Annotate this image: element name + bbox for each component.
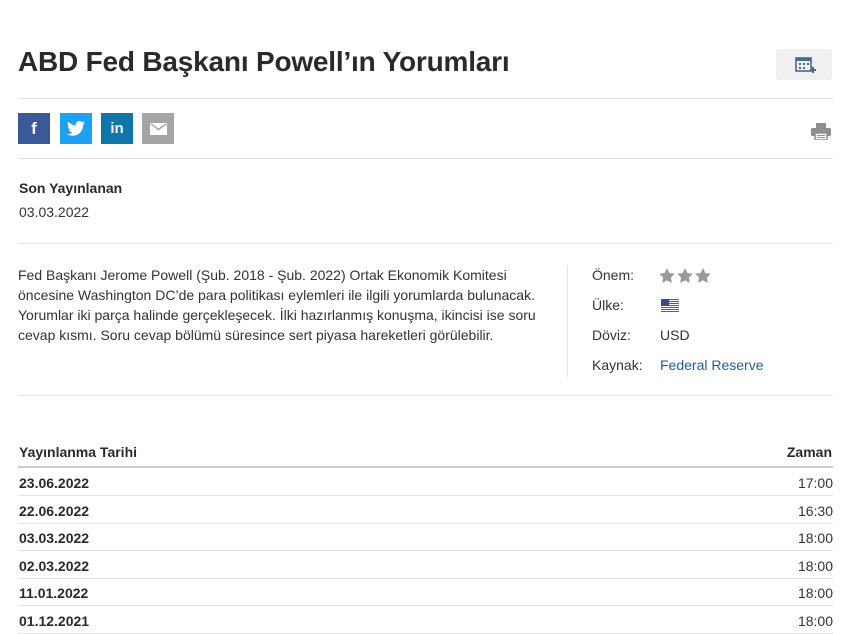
print-icon: [811, 123, 831, 141]
star-icon: [695, 268, 711, 283]
table-row: 02.03.2022 18:00: [18, 551, 833, 579]
table-row: 23.06.2022 17:00: [18, 468, 833, 496]
print-button[interactable]: [811, 123, 831, 145]
star-icon: [659, 268, 675, 283]
country-label: Ülke:: [592, 297, 624, 313]
latest-release-label: Son Yayınlanan: [19, 180, 123, 196]
importance-rating: [659, 268, 711, 283]
table-row: 22.06.2022 16:30: [18, 496, 833, 524]
star-icon: [677, 268, 693, 283]
release-time: 18:00: [797, 530, 833, 546]
email-icon: [149, 122, 167, 135]
source-label: Kaynak:: [592, 357, 643, 373]
twitter-share-button[interactable]: [60, 113, 92, 144]
release-time: 17:00: [797, 475, 833, 491]
column-header-date: Yayınlanma Tarihi: [19, 444, 138, 460]
divider: [18, 158, 833, 159]
facebook-share-button[interactable]: f: [18, 113, 50, 144]
release-date: 23.06.2022: [19, 475, 90, 491]
table-row: 01.12.2021 18:00: [18, 606, 833, 634]
email-share-button[interactable]: [142, 113, 174, 144]
currency-value: USD: [660, 327, 690, 343]
twitter-icon: [67, 121, 85, 136]
add-to-calendar-button[interactable]: [776, 49, 832, 80]
facebook-icon: f: [31, 118, 37, 138]
table-row: 11.01.2022 18:00: [18, 578, 833, 606]
source-link[interactable]: Federal Reserve: [660, 357, 764, 373]
release-date: 03.03.2022: [19, 530, 90, 546]
release-date: 22.06.2022: [19, 503, 90, 519]
release-date: 01.12.2021: [19, 613, 90, 629]
calendar-add-icon: [795, 57, 816, 73]
latest-release-date: 03.03.2022: [19, 204, 90, 220]
release-date: 11.01.2022: [19, 585, 89, 601]
linkedin-icon: in: [110, 120, 124, 137]
importance-label: Önem:: [592, 267, 635, 283]
divider: [18, 243, 833, 244]
release-time: 18:00: [797, 585, 833, 601]
divider: [18, 98, 833, 99]
release-time: 16:30: [797, 503, 833, 519]
table-row: 03.03.2022 18:00: [18, 523, 833, 551]
divider: [18, 395, 833, 396]
release-date: 02.03.2022: [19, 558, 90, 574]
release-time: 18:00: [797, 613, 833, 629]
release-time: 18:00: [797, 558, 833, 574]
column-header-time: Zaman: [786, 444, 832, 460]
event-description: Fed Başkanı Jerome Powell (Şub. 2018 - Ş…: [18, 267, 536, 343]
linkedin-share-button[interactable]: in: [101, 113, 133, 144]
vertical-divider: [567, 265, 568, 377]
us-flag-icon: [661, 299, 679, 312]
page-title: ABD Fed Başkanı Powell’ın Yorumları: [18, 46, 510, 77]
currency-label: Döviz:: [592, 327, 631, 343]
